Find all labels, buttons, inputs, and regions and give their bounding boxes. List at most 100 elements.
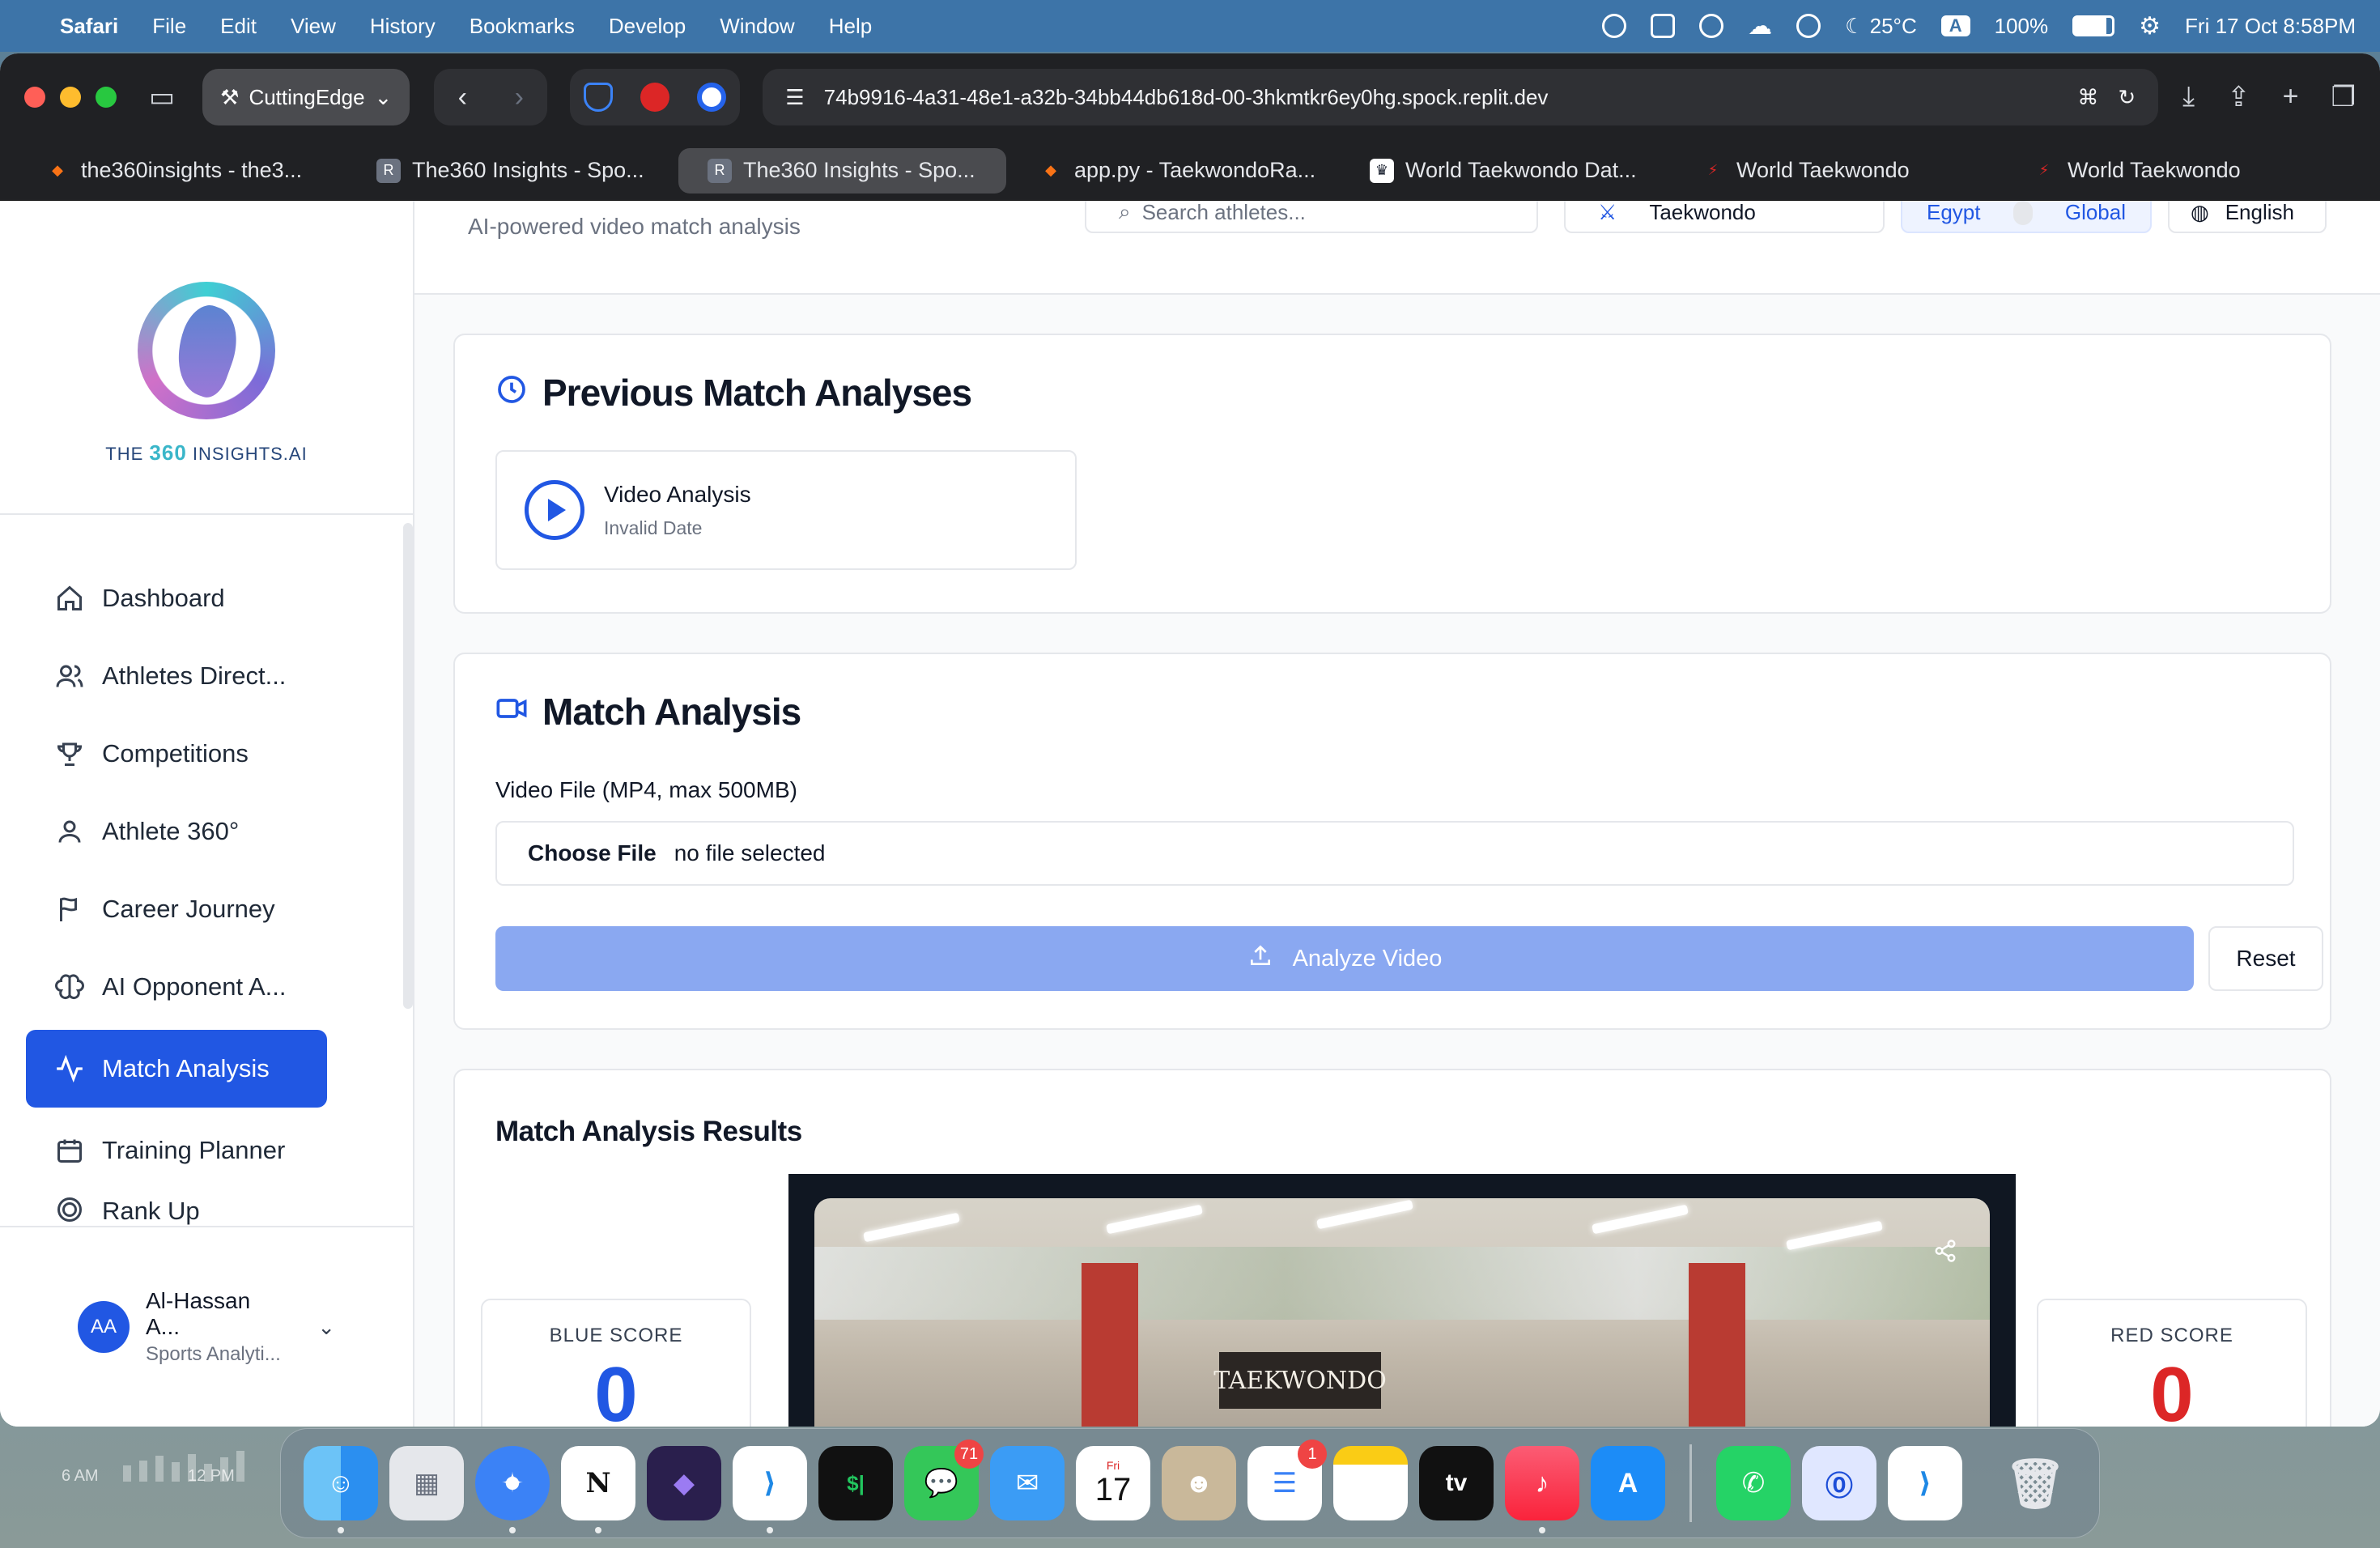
sidebar-item-athlete-360[interactable]: Athlete 360° <box>26 797 327 866</box>
match-analysis-card: Match Analysis Video File (MP4, max 500M… <box>453 653 2331 1030</box>
chevron-down-icon[interactable]: ⌄ <box>317 1315 335 1340</box>
scope-toggle-switch[interactable] <box>2012 201 2033 225</box>
previous-analysis-info: Video Analysis Invalid Date <box>604 482 751 539</box>
music-icon[interactable]: ♪ <box>1505 1446 1579 1533</box>
obsidian-icon[interactable]: ◆ <box>647 1446 721 1520</box>
notion-icon[interactable]: N <box>561 1446 635 1533</box>
password-extension-icon[interactable] <box>697 83 727 112</box>
menu-file[interactable]: File <box>152 14 186 39</box>
profile-switcher[interactable]: ⚒ CuttingEdge ⌄ <box>202 69 410 125</box>
sidebar-item-rank-up[interactable]: Rank Up <box>26 1193 327 1226</box>
menu-develop[interactable]: Develop <box>609 14 686 39</box>
sidebar-item-career-journey[interactable]: Career Journey <box>26 874 327 944</box>
zoom-window-button[interactable] <box>96 87 117 108</box>
choose-file-button[interactable]: Choose File <box>528 840 657 866</box>
sidebar-item-match-analysis[interactable]: Match Analysis <box>26 1030 327 1108</box>
browser-tab[interactable]: R The360 Insights - Spo... <box>347 148 675 194</box>
reset-button[interactable]: Reset <box>2208 926 2323 991</box>
tab-overview-icon[interactable]: ❐ <box>2331 81 2356 113</box>
menu-app-name[interactable]: Safari <box>60 14 118 39</box>
menu-view[interactable]: View <box>291 14 336 39</box>
bug-extension-icon[interactable] <box>640 83 670 112</box>
tab-title: The360 Insights - Spo... <box>743 158 975 182</box>
back-icon[interactable]: ‹ <box>458 82 467 113</box>
safari-icon[interactable]: ✧ <box>475 1446 550 1533</box>
play-status-icon[interactable] <box>1796 14 1821 38</box>
menu-edit[interactable]: Edit <box>220 14 257 39</box>
previous-analysis-item[interactable]: Video Analysis Invalid Date <box>495 450 1077 570</box>
tab-favicon: R <box>708 158 732 183</box>
battery-icon[interactable] <box>2072 15 2115 36</box>
browser-tab[interactable]: ◆ app.py - TaekwondoRa... <box>1009 148 1337 194</box>
extensions-group <box>570 69 741 125</box>
forward-icon[interactable]: › <box>515 82 524 113</box>
minimize-window-button[interactable] <box>60 87 81 108</box>
downloads-icon[interactable]: ⤓ <box>2182 81 2195 113</box>
share-icon[interactable]: ⇪ <box>2227 81 2250 113</box>
circle-status-icon[interactable] <box>1699 14 1724 38</box>
finder-icon[interactable]: ☺ <box>304 1446 378 1533</box>
calendar-app-icon[interactable]: Fri 17 <box>1076 1446 1150 1520</box>
search-input[interactable]: ⌕ Search athletes... <box>1085 201 1538 233</box>
language-select[interactable]: ◍ English <box>2168 201 2327 233</box>
menu-bookmarks[interactable]: Bookmarks <box>470 14 575 39</box>
sport-select[interactable]: ⚔ Taekwondo <box>1564 201 1885 233</box>
sidebar-scrollbar[interactable] <box>403 523 413 1009</box>
trash-icon[interactable]: 🗑 <box>1998 1446 2072 1520</box>
blue-score-label: BLUE SCORE <box>549 1325 683 1346</box>
menu-history[interactable]: History <box>370 14 436 39</box>
sidebar-item-athletes[interactable]: Athletes Direct... <box>26 641 327 711</box>
apple-tv-icon[interactable]: tv <box>1419 1446 1494 1520</box>
notes-icon[interactable] <box>1333 1446 1408 1520</box>
scope-toggle[interactable]: Egypt Global <box>1901 201 2152 233</box>
address-bar[interactable]: ☰ 74b9916-4a31-48e1-a32b-34bb44db618d-00… <box>763 69 2159 125</box>
sidebar-item-label: Competitions <box>102 739 249 768</box>
sidebar-item-dashboard[interactable]: Dashboard <box>26 563 327 633</box>
reminders-icon[interactable]: ☰ 1 <box>1247 1440 1327 1520</box>
browser-tab[interactable]: ⚡ World Taekwondo <box>2003 148 2331 194</box>
whatsapp-icon[interactable]: ✆ <box>1716 1446 1791 1520</box>
vscode-dock-icon[interactable]: ⟩ <box>1888 1446 1962 1520</box>
browser-tab[interactable]: ⚡ World Taekwondo <box>1672 148 2000 194</box>
match-video-player[interactable]: TAEKWONDO <box>788 1174 2016 1427</box>
video-file-label: Video File (MP4, max 500MB) <box>495 777 797 802</box>
terminal-icon[interactable]: $| <box>818 1446 893 1520</box>
browser-tab-active[interactable]: R The360 Insights - Spo... <box>678 147 1006 194</box>
password-manager-icon[interactable] <box>1602 14 1627 38</box>
new-tab-icon[interactable]: + <box>2283 81 2299 113</box>
share-video-icon[interactable] <box>1933 1239 1957 1263</box>
logo-number: 360 <box>149 440 187 465</box>
upload-icon <box>1247 942 1273 975</box>
control-center-icon[interactable]: ⚙ <box>2139 12 2161 40</box>
analyze-video-button[interactable]: Analyze Video <box>495 926 2194 991</box>
browser-tab[interactable]: ◆ the360insights - the3... <box>16 148 344 194</box>
messages-icon[interactable]: 💬 71 <box>904 1440 984 1520</box>
weather-icon[interactable]: ☾ 25°C <box>1845 14 1917 39</box>
sidebar-item-ai-opponent[interactable]: AI Opponent A... <box>26 952 327 1022</box>
launchpad-icon[interactable]: ▦ <box>389 1446 464 1520</box>
sidebar-item-training-planner[interactable]: Training Planner <box>26 1116 327 1185</box>
mail-icon[interactable]: ✉ <box>990 1446 1065 1520</box>
browser-toolbar: ▭ ⚒ CuttingEdge ⌄ ‹ › ☰ 74b9916-4a31-48e… <box>0 53 2380 141</box>
cloud-icon[interactable]: ☁ <box>1748 12 1772 40</box>
sidebar-toggle-icon[interactable]: ▭ <box>149 81 175 113</box>
password-manager-dock-icon[interactable]: ⓪ <box>1802 1446 1876 1520</box>
contacts-icon[interactable]: ☻ <box>1162 1446 1236 1520</box>
vscode-icon[interactable]: ⟩ <box>733 1446 807 1533</box>
page-menu-icon[interactable]: ☰ <box>785 85 804 110</box>
sidebar-item-competitions[interactable]: Competitions <box>26 719 327 789</box>
translate-icon[interactable]: ⌘ <box>2077 85 2098 110</box>
reload-icon[interactable]: ↻ <box>2118 85 2136 110</box>
notion-menubar-icon[interactable] <box>1651 14 1676 38</box>
menu-help[interactable]: Help <box>829 14 872 39</box>
user-profile-menu[interactable]: AA Al-Hassan A... Sports Analyti... ⌄ <box>0 1226 413 1427</box>
keyboard-input-indicator[interactable]: A <box>1940 15 1970 36</box>
menu-window[interactable]: Window <box>720 14 794 39</box>
brand-logo[interactable]: THE 360 INSIGHTS.AI <box>0 201 413 515</box>
app-store-icon[interactable]: A <box>1591 1446 1665 1520</box>
close-window-button[interactable] <box>24 87 45 108</box>
browser-tab[interactable]: ♛ World Taekwondo Dat... <box>1341 148 1668 194</box>
shield-extension-icon[interactable] <box>584 83 614 112</box>
menubar-clock[interactable]: Fri 17 Oct 8:58PM <box>2185 14 2356 39</box>
video-file-input[interactable]: Choose File no file selected <box>495 821 2294 886</box>
